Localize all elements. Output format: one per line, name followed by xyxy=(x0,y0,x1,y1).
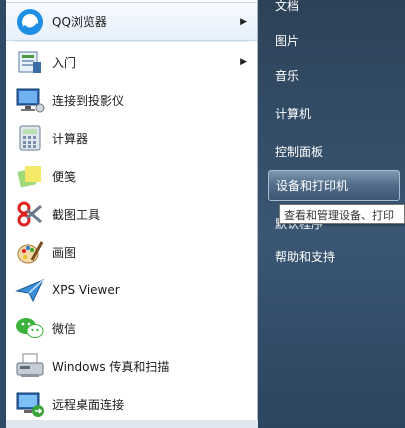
places-item-pictures[interactable]: 图片 xyxy=(268,25,400,55)
remote-desktop-icon xyxy=(14,388,46,420)
projector-icon xyxy=(14,84,46,116)
menu-item-label: 画图 xyxy=(52,245,77,260)
menu-item-label: XPS Viewer xyxy=(52,283,120,297)
places-item-label: 图片 xyxy=(275,33,300,48)
tooltip: 查看和管理设备、打印 xyxy=(279,204,405,224)
qq-browser-icon xyxy=(14,6,46,38)
places-item-control-panel[interactable]: 控制面板 xyxy=(268,136,400,166)
menu-item-xps-viewer[interactable]: XPS Viewer xyxy=(6,272,257,308)
separator xyxy=(14,41,249,42)
xps-viewer-icon xyxy=(14,274,46,306)
menu-item-fax-scan[interactable]: Windows 传真和扫描 xyxy=(6,348,257,384)
getting-started-icon xyxy=(14,46,46,78)
menu-item-getting-started[interactable]: 入门 ▶ xyxy=(6,44,257,80)
start-menu-programs-pane: QQ浏览器 ▶ 入门 ▶ 连接到投影仪 计算器 便笺 截图工具 画图 XPS V… xyxy=(6,0,258,428)
wechat-icon xyxy=(14,312,46,344)
places-item-devices-printers[interactable]: 设备和打印机 xyxy=(268,170,400,201)
menu-item-qq-browser[interactable]: QQ浏览器 ▶ xyxy=(6,2,257,41)
menu-item-paint[interactable]: 画图 xyxy=(6,234,257,270)
paint-icon xyxy=(14,236,46,268)
places-item-music[interactable]: 音乐 xyxy=(268,60,400,90)
menu-item-calculator[interactable]: 计算器 xyxy=(6,120,257,156)
places-item-help-support[interactable]: 帮助和支持 xyxy=(268,241,400,271)
menu-item-remote-desktop[interactable]: 远程桌面连接 xyxy=(6,386,257,422)
places-item-label: 控制面板 xyxy=(275,144,324,159)
menu-item-connect-projector[interactable]: 连接到投影仪 xyxy=(6,82,257,118)
places-item-label: 帮助和支持 xyxy=(275,249,336,264)
menu-item-label: 微信 xyxy=(52,321,77,336)
menu-item-label: 计算器 xyxy=(52,131,89,146)
places-item-label: 文档 xyxy=(275,0,300,13)
places-item-label: 计算机 xyxy=(275,106,312,121)
menu-item-label: QQ浏览器 xyxy=(52,15,107,29)
fax-scan-icon xyxy=(14,350,46,382)
sticky-notes-icon xyxy=(14,160,46,192)
menu-item-wechat[interactable]: 微信 xyxy=(6,310,257,346)
menu-item-label: 远程桌面连接 xyxy=(52,397,125,412)
places-item-label: 音乐 xyxy=(275,68,300,83)
places-item-computer[interactable]: 计算机 xyxy=(268,98,400,128)
submenu-arrow-icon: ▶ xyxy=(240,57,247,67)
submenu-arrow-icon: ▶ xyxy=(240,16,247,27)
menu-item-sticky-notes[interactable]: 便笺 xyxy=(6,158,257,194)
places-item-label: 设备和打印机 xyxy=(276,179,349,193)
menu-item-label: 入门 xyxy=(52,55,77,70)
bottom-strip xyxy=(6,420,258,428)
menu-item-label: Windows 传真和扫描 xyxy=(52,359,170,374)
menu-item-label: 截图工具 xyxy=(52,207,101,222)
menu-item-snipping-tool[interactable]: 截图工具 xyxy=(6,196,257,232)
snipping-tool-icon xyxy=(14,198,46,230)
menu-item-label: 便笺 xyxy=(52,169,77,184)
calculator-icon xyxy=(14,122,46,154)
places-item-documents[interactable]: 文档 xyxy=(268,0,400,20)
menu-item-label: 连接到投影仪 xyxy=(52,93,125,108)
